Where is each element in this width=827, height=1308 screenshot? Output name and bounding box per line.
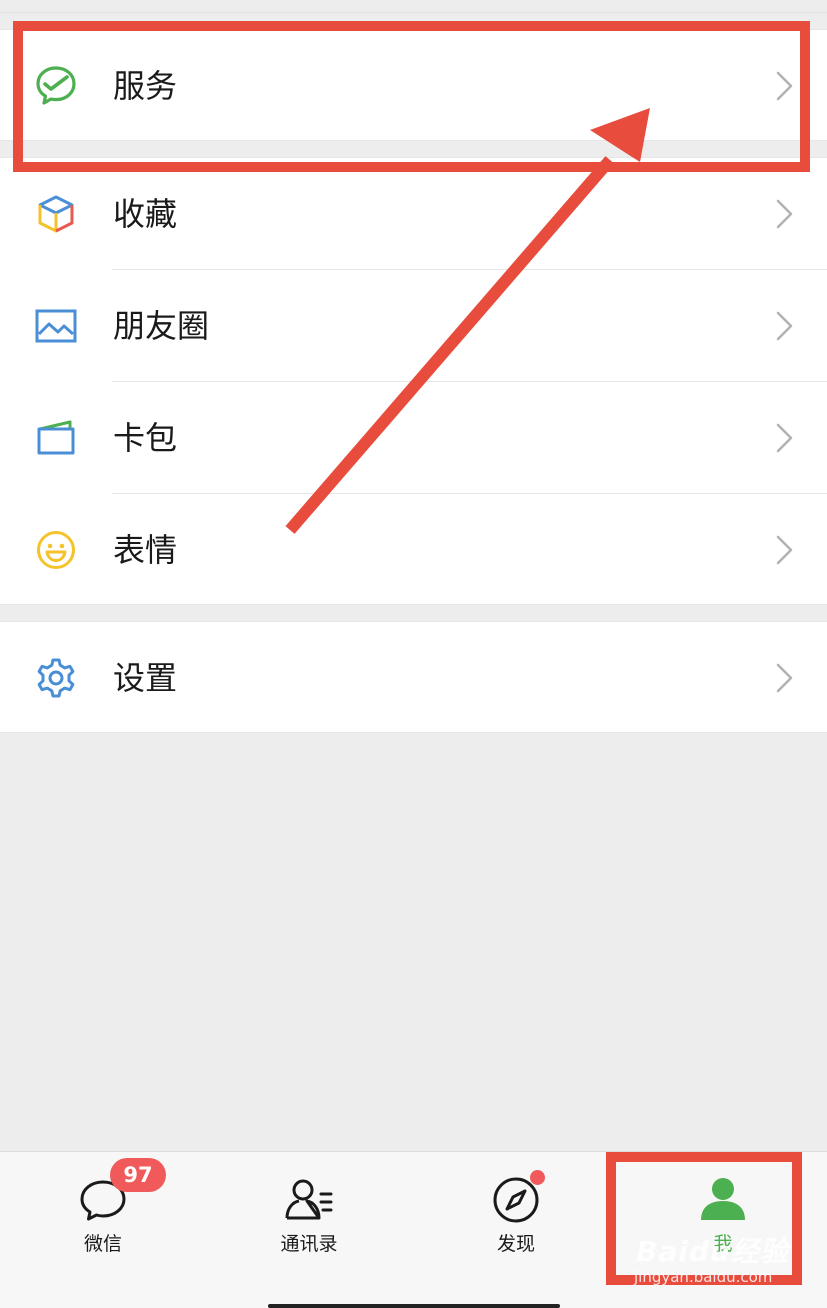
tab-label: 微信 — [83, 1233, 122, 1255]
chevron-right-icon — [774, 422, 796, 454]
menu-item-moments[interactable]: 朋友圈 — [0, 270, 827, 382]
menu-item-stickers[interactable]: 表情 — [0, 494, 827, 606]
home-indicator — [268, 1304, 560, 1308]
card-wallet-icon — [34, 416, 78, 460]
chevron-right-icon — [774, 662, 796, 694]
menu-item-label: 设置 — [113, 659, 178, 697]
tab-label: 通讯录 — [280, 1233, 338, 1255]
settings-gear-icon — [34, 656, 78, 700]
menu-item-favorites[interactable]: 收藏 — [0, 158, 827, 270]
watermark-main: Baidu经验 — [636, 1235, 789, 1268]
top-strip — [0, 0, 827, 13]
menu-item-settings[interactable]: 设置 — [0, 622, 827, 734]
chevron-right-icon — [774, 198, 796, 230]
tab-contacts[interactable]: 通讯录 — [206, 1152, 412, 1308]
menu-item-label: 表情 — [113, 531, 178, 569]
contacts-icon — [283, 1174, 335, 1226]
menu-item-label: 服务 — [113, 67, 178, 105]
menu-group-main: 收藏 朋友圈 卡包 表情 — [0, 157, 827, 605]
menu-item-service[interactable]: 服务 — [0, 30, 827, 142]
watermark: Baidu经验 jingyan.baidu.com — [628, 1234, 808, 1294]
me-person-icon — [697, 1174, 749, 1226]
menu-item-label: 朋友圈 — [113, 307, 210, 345]
tab-label: 发现 — [496, 1233, 535, 1255]
unread-badge: 97 — [110, 1158, 166, 1192]
tab-discover[interactable]: 发现 — [413, 1152, 619, 1308]
chevron-right-icon — [774, 70, 796, 102]
menu-group-settings: 设置 — [0, 621, 827, 733]
favorites-cube-icon — [34, 192, 78, 236]
service-icon — [34, 64, 78, 108]
chevron-right-icon — [774, 310, 796, 342]
chevron-right-icon — [774, 534, 796, 566]
tab-chats[interactable]: 97 微信 — [0, 1152, 206, 1308]
sticker-smiley-icon — [34, 528, 78, 572]
menu-item-label: 卡包 — [113, 419, 178, 457]
discover-new-dot — [530, 1170, 545, 1185]
menu-item-card-wallet[interactable]: 卡包 — [0, 382, 827, 494]
moments-photo-icon — [34, 304, 78, 348]
menu-item-label: 收藏 — [113, 195, 178, 233]
menu-group-services: 服务 — [0, 29, 827, 141]
watermark-sub: jingyan.baidu.com — [634, 1268, 773, 1286]
